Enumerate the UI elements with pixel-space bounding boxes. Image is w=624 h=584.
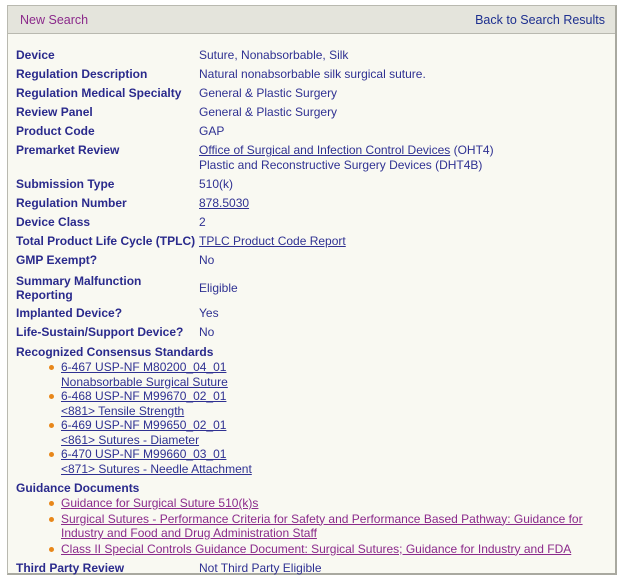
label-regulation-number: Regulation Number: [16, 196, 127, 210]
table-row-life-sustain-support-device: Life-Sustain/Support Device? No: [16, 323, 607, 342]
label-product-code: Product Code: [16, 124, 95, 138]
label-summary-malfunction-line2: Reporting: [16, 288, 73, 302]
detail-body: Device Suture, Nonabsorbable, Silk Regul…: [8, 34, 615, 584]
label-implanted-device: Implanted Device?: [16, 306, 123, 320]
value-regulation-medical-specialty: General & Plastic Surgery: [199, 86, 338, 100]
premarket-review-division: Plastic and Reconstructive Surgery Devic…: [199, 158, 483, 172]
table-row-device: Device Suture, Nonabsorbable, Silk: [16, 46, 607, 65]
label-life-sustain-support-device: Life-Sustain/Support Device?: [16, 325, 184, 339]
consensus-standard-link[interactable]: 6-469 USP-NF M99650_02_01 <861> Sutures -…: [61, 418, 607, 447]
label-tplc: Total Product Life Cycle (TPLC): [16, 234, 196, 248]
list-item: 6-468 USP-NF M99670_02_01 <881> Tensile S…: [49, 389, 607, 418]
list-item: Class II Special Controls Guidance Docum…: [49, 542, 607, 558]
guidance-documents-title: Guidance Documents: [16, 481, 140, 495]
guidance-document-link[interactable]: Guidance for Surgical Suture 510(k)s: [61, 496, 258, 510]
table-row-review-panel: Review Panel General & Plastic Surgery: [16, 103, 607, 122]
table-row-submission-type: Submission Type 510(k): [16, 175, 607, 194]
label-summary-malfunction-reporting: Summary Malfunction Reporting: [16, 270, 199, 304]
label-device-class: Device Class: [16, 215, 91, 229]
value-life-sustain-support-device: No: [199, 325, 215, 339]
table-row-regulation-medical-specialty: Regulation Medical Specialty General & P…: [16, 84, 607, 103]
premarket-review-office-code: (OHT4): [450, 143, 494, 157]
guidance-documents-list: Guidance for Surgical Suture 510(k)s Sur…: [16, 496, 607, 557]
recognized-consensus-standards-title: Recognized Consensus Standards: [16, 345, 214, 359]
list-item: 6-470 USP-NF M99660_03_01 <871> Sutures -…: [49, 447, 607, 476]
recognized-consensus-standards-section: Recognized Consensus Standards 6-467 USP…: [16, 342, 607, 478]
consensus-standard-link[interactable]: 6-468 USP-NF M99670_02_01 <881> Tensile S…: [61, 389, 607, 418]
value-product-code: GAP: [199, 124, 225, 138]
table-row-product-code: Product Code GAP: [16, 122, 607, 141]
value-summary-malfunction-reporting: Eligible: [199, 281, 238, 295]
value-implanted-device: Yes: [199, 306, 219, 320]
table-row-summary-malfunction-reporting: Summary Malfunction Reporting Eligible: [16, 270, 607, 304]
consensus-standard-link[interactable]: 6-470 USP-NF M99660_03_01 <871> Sutures -…: [61, 447, 607, 476]
list-item: Guidance for Surgical Suture 510(k)s: [49, 496, 607, 512]
table-row-regulation-number: Regulation Number 878.5030: [16, 194, 607, 213]
value-submission-type: 510(k): [199, 177, 234, 191]
label-gmp-exempt: GMP Exempt?: [16, 253, 98, 267]
value-device-class: 2: [199, 215, 206, 229]
regulation-number-link[interactable]: 878.5030: [199, 196, 249, 210]
list-item: 6-467 USP-NF M80200_04_01 Nonabsorbable S…: [49, 360, 607, 389]
label-third-party-review: Third Party Review: [16, 561, 125, 575]
label-regulation-medical-specialty: Regulation Medical Specialty: [16, 86, 182, 100]
value-gmp-exempt: No: [199, 253, 215, 267]
device-detail-panel: New Search Back to Search Results Device…: [7, 5, 617, 575]
table-row-device-class: Device Class 2: [16, 213, 607, 232]
device-detail-table: Device Suture, Nonabsorbable, Silk Regul…: [16, 46, 607, 578]
table-row-regulation-description: Regulation Description Natural nonabsorb…: [16, 65, 607, 84]
recognized-consensus-standards-list: 6-467 USP-NF M80200_04_01 Nonabsorbable S…: [16, 360, 607, 476]
value-device: Suture, Nonabsorbable, Silk: [199, 48, 349, 62]
value-regulation-number: 878.5030: [199, 194, 607, 213]
new-search-link[interactable]: New Search: [20, 13, 88, 27]
table-row-guidance-documents: Guidance Documents Guidance for Surgical…: [16, 478, 607, 559]
value-tplc: TPLC Product Code Report: [199, 232, 607, 251]
label-submission-type: Submission Type: [16, 177, 115, 191]
label-regulation-description: Regulation Description: [16, 67, 148, 81]
consensus-standard-link[interactable]: 6-467 USP-NF M80200_04_01 Nonabsorbable S…: [61, 360, 607, 389]
premarket-review-office-link[interactable]: Office of Surgical and Infection Control…: [199, 143, 450, 157]
table-row-implanted-device: Implanted Device? Yes: [16, 304, 607, 323]
tplc-product-code-report-link[interactable]: TPLC Product Code Report: [199, 234, 346, 248]
list-item: Surgical Sutures - Performance Criteria …: [49, 512, 607, 542]
toolbar: New Search Back to Search Results: [8, 6, 615, 34]
label-device: Device: [16, 48, 55, 62]
guidance-documents-section: Guidance Documents Guidance for Surgical…: [16, 478, 607, 559]
label-premarket-review: Premarket Review: [16, 143, 120, 157]
table-row-tplc: Total Product Life Cycle (TPLC) TPLC Pro…: [16, 232, 607, 251]
value-review-panel: General & Plastic Surgery: [199, 105, 338, 119]
list-item: 6-469 USP-NF M99650_02_01 <861> Sutures -…: [49, 418, 607, 447]
table-row-gmp-exempt: GMP Exempt? No: [16, 251, 607, 270]
label-summary-malfunction-line1: Summary Malfunction: [16, 274, 142, 288]
table-row-recognized-consensus-standards: Recognized Consensus Standards 6-467 USP…: [16, 342, 607, 478]
table-row-third-party-review: Third Party Review Not Third Party Eligi…: [16, 559, 607, 578]
back-to-search-results-link[interactable]: Back to Search Results: [475, 13, 605, 27]
value-regulation-description: Natural nonabsorbable silk surgical sutu…: [199, 67, 426, 81]
guidance-document-link[interactable]: Surgical Sutures - Performance Criteria …: [61, 512, 583, 541]
guidance-document-link[interactable]: Class II Special Controls Guidance Docum…: [61, 542, 571, 556]
value-third-party-review: Not Third Party Eligible: [199, 561, 322, 575]
value-premarket-review: Office of Surgical and Infection Control…: [199, 141, 607, 175]
table-row-premarket-review: Premarket Review Office of Surgical and …: [16, 141, 607, 175]
label-review-panel: Review Panel: [16, 105, 93, 119]
